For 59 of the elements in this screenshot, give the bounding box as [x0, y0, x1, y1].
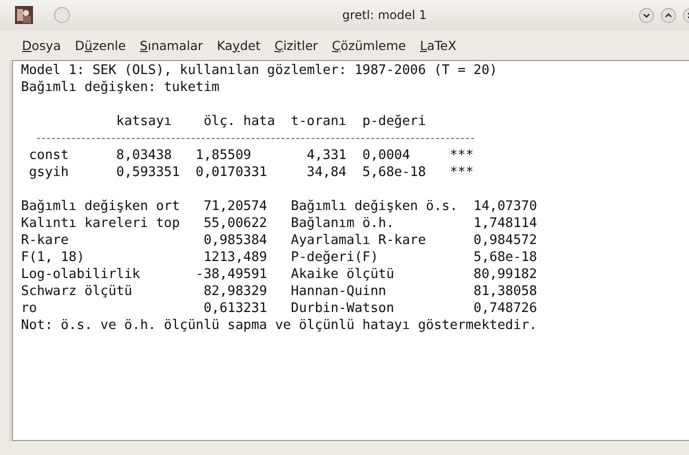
dependent-variable: Bağımlı değişken: tuketim: [21, 79, 220, 96]
statistic-label: Hannan-Quinn: [290, 283, 388, 300]
statistic-label: Bağımlı değişken ort: [21, 198, 181, 215]
t-ratio-value: 34,84: [306, 164, 346, 181]
statistic-label: Durbin-Watson: [290, 300, 396, 317]
column-header: t-oranı: [290, 113, 346, 130]
menu-item[interactable]: Çizitler: [269, 38, 323, 52]
statistic-label: F(1, 18): [21, 249, 86, 266]
std-error-value: 0,0170331: [196, 164, 268, 181]
statistic-label: Bağlanım ö.h.: [290, 215, 396, 232]
statistic-value: 81,38058: [472, 283, 538, 300]
statistic-value: -38,49591: [196, 266, 268, 283]
statistic-label: ro: [21, 300, 38, 317]
coefficient-value: 8,03438: [116, 147, 173, 164]
statistic-value: 0,984572: [472, 232, 538, 249]
statistic-label: Schwarz ölçütü: [21, 283, 134, 300]
p-value: 5,68e-18: [362, 164, 427, 181]
menu-item[interactable]: LaTeX: [415, 38, 462, 52]
statistic-label: R-kare: [21, 232, 70, 249]
statistic-label: Akaike ölçütü: [290, 266, 396, 283]
statistic-value: 1213,489: [202, 249, 268, 266]
variable-name: gsyih: [28, 164, 70, 181]
statistic-value: 0,985384: [202, 232, 268, 249]
significance-stars: ***: [450, 147, 474, 164]
footnote: Not: ö.s. ve ö.h. ölçünlü sapma ve ölçünlü hatayı göstermektedir.: [21, 317, 538, 334]
maximize-button[interactable]: [661, 8, 676, 22]
statistic-value: 0,613231: [202, 300, 268, 317]
variable-name: const: [28, 147, 70, 164]
column-header: ölç. hata: [202, 113, 276, 130]
statistic-label: Bağımlı değişken ö.s.: [290, 198, 459, 215]
menu-item[interactable]: Düzenle: [70, 38, 131, 52]
std-error-value: 1,85509: [196, 147, 252, 164]
p-value: 0,0004: [362, 147, 412, 164]
statistic-value: 80,99182: [472, 266, 538, 283]
column-header: p-değeri: [362, 113, 427, 130]
statistic-label: Log-olabilirlik: [21, 266, 142, 283]
menu-item[interactable]: Sınamalar: [134, 38, 208, 52]
significance-stars: ***: [450, 164, 474, 181]
statistic-value: 1,748114: [472, 215, 538, 232]
output-text-area[interactable]: [12, 60, 689, 441]
statistic-label: P-değeri(F): [290, 249, 380, 266]
statistic-label: Kalıntı kareleri top: [21, 215, 181, 232]
model-heading: Model 1: SEK (OLS), kullanılan gözlemler: 1987-2006 (T = 20): [21, 62, 498, 79]
statistic-value: 71,20574: [202, 198, 268, 215]
column-header: katsayı: [116, 113, 173, 130]
menu-item[interactable]: Dosya: [17, 38, 66, 52]
minimize-button[interactable]: [639, 8, 654, 22]
statistic-value: 14,07370: [472, 198, 538, 215]
menu-item[interactable]: Kaydet: [212, 38, 266, 52]
coefficient-value: 0,593351: [116, 164, 181, 181]
statistic-value: 0,748726: [472, 300, 538, 317]
statistic-value: 55,00622: [202, 215, 268, 232]
menu-item[interactable]: Çözümleme: [326, 38, 411, 52]
window-title: gretl: model 1: [341, 8, 428, 22]
statistic-value: 5,68e-18: [472, 249, 538, 266]
statistic-label: Ayarlamalı R-kare: [290, 232, 427, 249]
statistic-value: 82,98329: [202, 283, 268, 300]
app-icon: [15, 6, 33, 24]
t-ratio-value: 4,331: [306, 147, 346, 164]
